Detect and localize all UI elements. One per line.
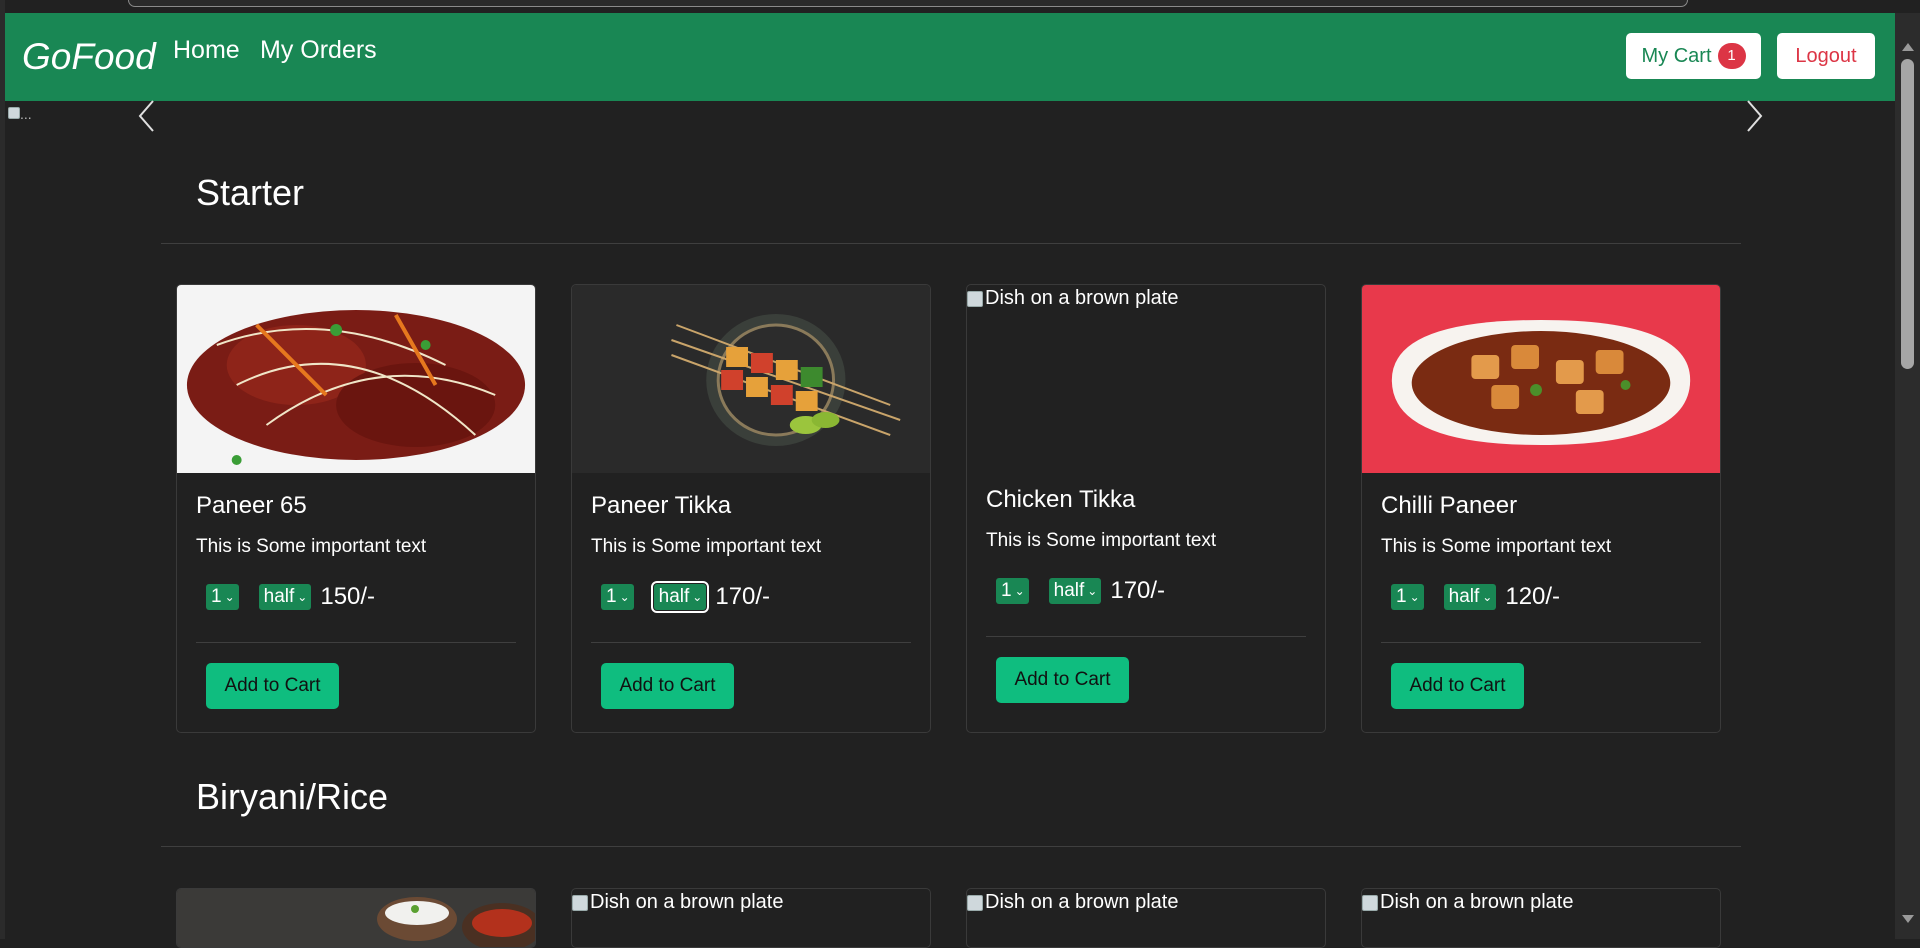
food-description: This is Some important text xyxy=(1381,536,1612,557)
food-image-alt: Dish on a brown plate xyxy=(590,891,784,913)
logout-button[interactable]: Logout xyxy=(1777,33,1875,79)
food-card-biryani-2: Dish on a brown plate xyxy=(571,888,931,948)
scrollbar-thumb[interactable] xyxy=(1901,59,1914,369)
food-image-alt: Dish on a brown plate xyxy=(985,891,1179,913)
quantity-select[interactable]: 1 ⌄ xyxy=(206,584,239,610)
my-cart-button[interactable]: My Cart 1 xyxy=(1626,33,1761,79)
food-description: This is Some important text xyxy=(986,530,1217,551)
food-image-chicken-tikka: Dish on a brown plate xyxy=(967,285,1325,467)
food-card-biryani-3: Dish on a brown plate xyxy=(966,888,1326,948)
food-card-paneer-65: Paneer 65 This is Some important text 1 ⌄… xyxy=(176,284,536,733)
nav-my-orders-link[interactable]: My Orders xyxy=(260,36,377,65)
section-title-biryani-rice: Biryani/Rice xyxy=(196,776,389,817)
food-image-alt: Dish on a brown plate xyxy=(985,287,1179,309)
food-card-biryani-4: Dish on a brown plate xyxy=(1361,888,1721,948)
food-description: This is Some important text xyxy=(196,536,427,557)
add-to-cart-button[interactable]: Add to Cart xyxy=(601,663,734,709)
food-name: Chicken Tikka xyxy=(986,486,1136,513)
carousel-image-alt: ... xyxy=(20,106,32,122)
quantity-value: 1 xyxy=(1396,586,1407,607)
section-divider xyxy=(161,846,1741,847)
size-value: half xyxy=(1053,580,1085,601)
nav-home-link[interactable]: Home xyxy=(173,36,240,65)
chevron-down-icon: ⌄ xyxy=(1409,590,1420,604)
food-name: Paneer 65 xyxy=(196,492,307,519)
broken-image-icon xyxy=(8,107,20,119)
broken-image-icon xyxy=(967,290,983,307)
size-select[interactable]: half ⌄ xyxy=(650,581,710,613)
size-select[interactable]: half ⌄ xyxy=(1048,578,1102,604)
my-cart-label: My Cart xyxy=(1641,44,1712,67)
food-image-biryani-4: Dish on a brown plate xyxy=(1362,891,1573,914)
broken-image-icon xyxy=(1362,894,1378,911)
chevron-down-icon: ⌄ xyxy=(1014,584,1025,598)
broken-image-icon xyxy=(967,894,983,911)
food-image-paneer-65 xyxy=(177,285,535,473)
carousel-image: ... xyxy=(8,106,32,122)
size-select[interactable]: half ⌄ xyxy=(258,584,312,610)
carousel-next-arrow-icon[interactable] xyxy=(1742,98,1766,134)
carousel-prev-arrow-icon[interactable] xyxy=(135,98,159,134)
quantity-select[interactable]: 1 ⌄ xyxy=(996,578,1029,604)
food-card-chilli-paneer: Chilli Paneer This is Some important tex… xyxy=(1361,284,1721,733)
vertical-scrollbar[interactable] xyxy=(1895,13,1920,939)
brand-logo[interactable]: GoFood xyxy=(22,36,156,78)
navbar: GoFood Home My Orders My Cart 1 Logout xyxy=(5,13,1895,101)
cart-count-badge: 1 xyxy=(1717,43,1746,69)
food-image-biryani-2: Dish on a brown plate xyxy=(572,891,783,914)
food-image-paneer-tikka xyxy=(572,285,930,473)
section-divider xyxy=(161,243,1741,244)
quantity-select[interactable]: 1 ⌄ xyxy=(1391,584,1424,610)
food-image-chilli-paneer xyxy=(1362,285,1720,473)
chevron-down-icon: ⌄ xyxy=(1087,584,1098,598)
quantity-select[interactable]: 1 ⌄ xyxy=(601,584,634,610)
food-name: Chilli Paneer xyxy=(1381,492,1518,519)
scroll-down-arrow-icon[interactable] xyxy=(1902,915,1914,923)
food-price: 150/- xyxy=(320,583,376,610)
food-image-alt: Dish on a brown plate xyxy=(1380,891,1574,913)
chevron-down-icon: ⌄ xyxy=(224,590,235,604)
food-image-biryani-3: Dish on a brown plate xyxy=(967,891,1178,914)
scroll-up-arrow-icon[interactable] xyxy=(1902,43,1914,51)
quantity-value: 1 xyxy=(211,586,222,607)
food-price: 170/- xyxy=(715,583,771,610)
add-to-cart-button[interactable]: Add to Cart xyxy=(996,657,1129,703)
food-name: Paneer Tikka xyxy=(591,492,732,519)
quantity-value: 1 xyxy=(1001,580,1012,601)
food-card-paneer-tikka: Paneer Tikka This is Some important text… xyxy=(571,284,931,733)
chevron-down-icon: ⌄ xyxy=(1482,590,1493,604)
section-title-starter: Starter xyxy=(196,172,305,213)
window-edge xyxy=(0,0,5,939)
add-to-cart-button[interactable]: Add to Cart xyxy=(206,663,339,709)
chevron-down-icon: ⌄ xyxy=(619,590,630,604)
browser-address-bar[interactable] xyxy=(128,0,1688,7)
chevron-down-icon: ⌄ xyxy=(692,590,703,604)
size-select[interactable]: half ⌄ xyxy=(1443,584,1497,610)
broken-image-icon xyxy=(572,894,588,911)
quantity-value: 1 xyxy=(606,586,617,607)
food-description: This is Some important text xyxy=(591,536,822,557)
size-value: half xyxy=(1448,586,1480,607)
size-value: half xyxy=(263,586,295,607)
food-price: 120/- xyxy=(1505,583,1561,610)
chevron-down-icon: ⌄ xyxy=(297,590,308,604)
food-price: 170/- xyxy=(1110,577,1166,604)
food-card-chicken-tikka: Dish on a brown plate Chicken Tikka This… xyxy=(966,284,1326,733)
add-to-cart-button[interactable]: Add to Cart xyxy=(1391,663,1524,709)
food-image-biryani-1 xyxy=(177,889,535,947)
size-value: half xyxy=(658,586,690,607)
food-card-biryani-1 xyxy=(176,888,536,948)
